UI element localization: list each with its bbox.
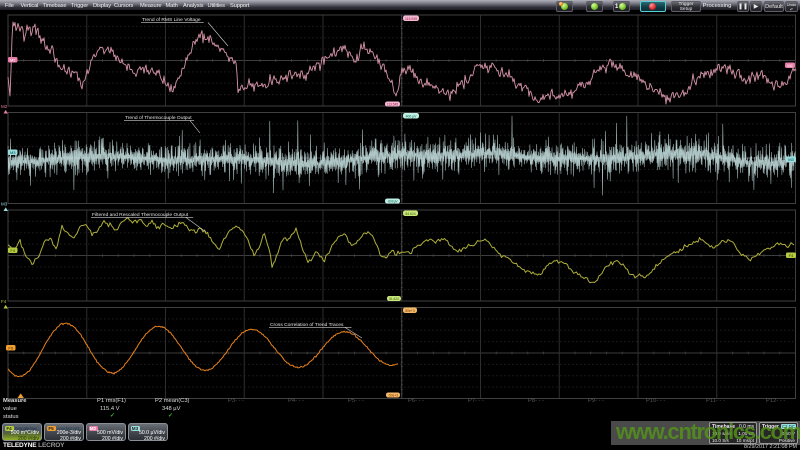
svg-text:-600µV: -600µV (387, 199, 398, 203)
svg-text:81.624: 81.624 (389, 297, 399, 301)
svg-text:M3: M3 (10, 150, 16, 155)
svg-text:M2: M2 (10, 57, 16, 62)
svg-text:113.945: 113.945 (405, 17, 417, 21)
svg-text:M3: M3 (788, 157, 794, 162)
svg-text:M3: M3 (1, 202, 8, 207)
svg-text:F5: F5 (8, 345, 13, 350)
svg-text:M2: M2 (787, 63, 793, 68)
svg-text:F4: F4 (10, 248, 15, 253)
svg-text:50e+3: 50e+3 (405, 309, 415, 313)
svg-text:F4: F4 (789, 253, 794, 258)
svg-text:M2: M2 (1, 104, 8, 109)
svg-text:-50e+3: -50e+3 (388, 393, 398, 397)
svg-text:84.624: 84.624 (405, 212, 415, 216)
svg-text:400 µV: 400 µV (406, 114, 418, 118)
svg-text:F4: F4 (1, 299, 7, 304)
svg-text:113.545: 113.545 (387, 102, 399, 106)
